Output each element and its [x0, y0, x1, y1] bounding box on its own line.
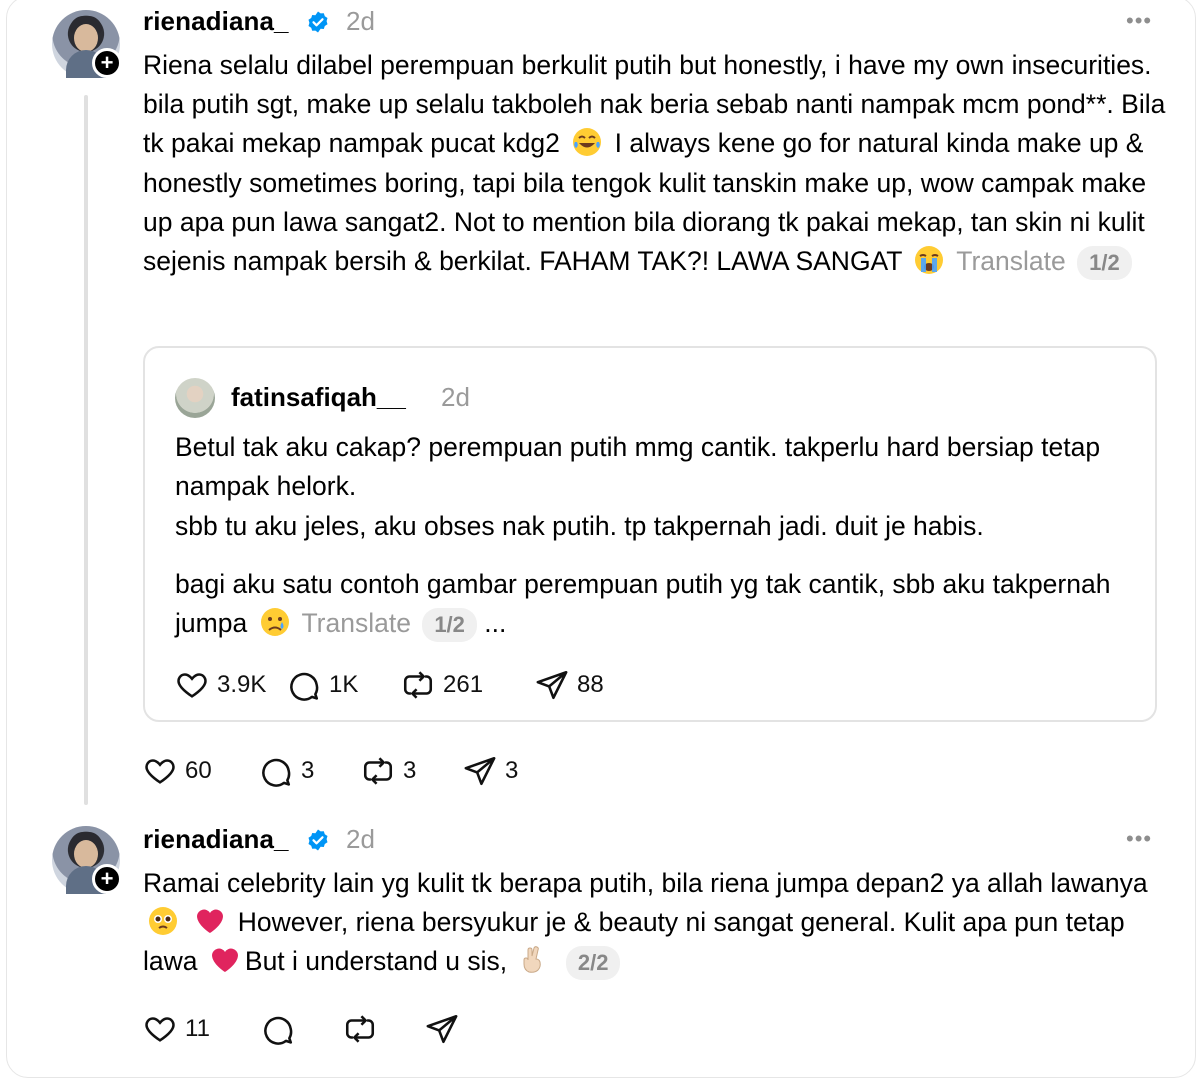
quoted-action-bar: 3.9K 1K 261 88	[175, 668, 604, 702]
quoted-post[interactable]: fatinsafiqah__ 2d Betul tak aku cakap? p…	[143, 346, 1157, 722]
follow-plus-icon[interactable]: +	[92, 864, 122, 894]
quoted-pager-badge: 1/2	[422, 608, 477, 643]
send-icon	[464, 756, 496, 786]
comment-icon	[264, 1016, 293, 1045]
red-heart-emoji-icon	[211, 948, 238, 973]
share-button[interactable]: 88	[535, 668, 604, 702]
thread-connector-line	[84, 95, 88, 805]
like-count: 60	[185, 757, 212, 784]
verified-badge-icon	[308, 829, 328, 851]
like-count: 3.9K	[217, 671, 267, 698]
repost-count: 261	[443, 671, 484, 698]
repost-button[interactable]: 261	[401, 668, 535, 702]
crying-emoji-icon	[915, 246, 944, 275]
post-username[interactable]: rienadiana_	[143, 6, 289, 37]
quoted-text-line-1: Betul tak aku cakap? perempuan putih mmg…	[175, 432, 1101, 502]
share-count: 88	[577, 671, 604, 698]
repost-icon	[403, 671, 433, 699]
share-button[interactable]: 3	[463, 754, 518, 788]
quoted-ellipsis: ...	[484, 608, 507, 639]
share-count: 3	[505, 757, 519, 784]
comment-icon	[262, 758, 291, 787]
like-button[interactable]: 3.9K	[175, 668, 287, 702]
post-text: Riena selalu dilabel perempuan berkulit …	[143, 46, 1173, 281]
post-time: 2d	[346, 824, 375, 854]
red-heart-emoji-icon	[197, 909, 224, 934]
post-time: 2d	[346, 6, 375, 36]
quoted-username[interactable]: fatinsafiqah__	[231, 382, 406, 413]
reply-button[interactable]: 1K	[287, 668, 401, 702]
reply-count: 1K	[329, 671, 359, 698]
repost-button[interactable]	[343, 1012, 425, 1046]
post-action-bar: 11	[143, 1012, 467, 1046]
send-icon	[536, 670, 568, 700]
quoted-text-line-3: bagi aku satu contoh gambar perempuan pu…	[175, 565, 1135, 643]
post-action-bar: 60 3 3 3	[143, 754, 518, 788]
post-username[interactable]: rienadiana_	[143, 824, 289, 855]
repost-count: 3	[403, 757, 417, 784]
heart-icon	[145, 1017, 175, 1042]
reply-count: 3	[301, 757, 315, 784]
heart-icon	[145, 759, 175, 784]
verified-badge-icon	[308, 11, 328, 33]
pleading-face-emoji-icon	[149, 907, 177, 936]
like-count: 11	[185, 1015, 210, 1042]
more-options-icon[interactable]: •••	[1126, 826, 1152, 852]
quoted-avatar[interactable]	[175, 378, 215, 418]
follow-plus-icon[interactable]: +	[92, 48, 122, 78]
repost-icon	[363, 757, 393, 785]
share-button[interactable]	[425, 1012, 467, 1046]
comment-icon	[290, 672, 319, 701]
like-button[interactable]: 11	[143, 1012, 261, 1046]
like-button[interactable]: 60	[143, 754, 259, 788]
translate-link[interactable]: Translate	[956, 246, 1065, 276]
reply-button[interactable]	[261, 1012, 343, 1046]
quoted-translate-link[interactable]: Translate	[301, 608, 410, 638]
repost-button[interactable]: 3	[361, 754, 463, 788]
quoted-text-line-2: sbb tu aku jeles, aku obses nak putih. t…	[175, 511, 984, 541]
quoted-time: 2d	[441, 382, 470, 412]
crossed-fingers-emoji-icon	[523, 946, 542, 974]
send-icon	[426, 1014, 458, 1044]
laughing-tears-emoji-icon	[573, 128, 602, 157]
repost-icon	[345, 1015, 375, 1043]
thread-pager-badge: 1/2	[1077, 246, 1132, 281]
reply-button[interactable]: 3	[259, 754, 361, 788]
post-text: Ramai celebrity lain yg kulit tk berapa …	[143, 864, 1173, 982]
more-options-icon[interactable]: •••	[1126, 8, 1152, 34]
heart-icon	[177, 673, 207, 698]
post-text-part-3: But i understand u sis,	[244, 946, 508, 977]
sad-tear-emoji-icon	[260, 608, 289, 637]
thread-pager-badge: 2/2	[565, 946, 621, 981]
post-text-part-1: Ramai celebrity lain yg kulit tk berapa …	[143, 868, 1148, 898]
